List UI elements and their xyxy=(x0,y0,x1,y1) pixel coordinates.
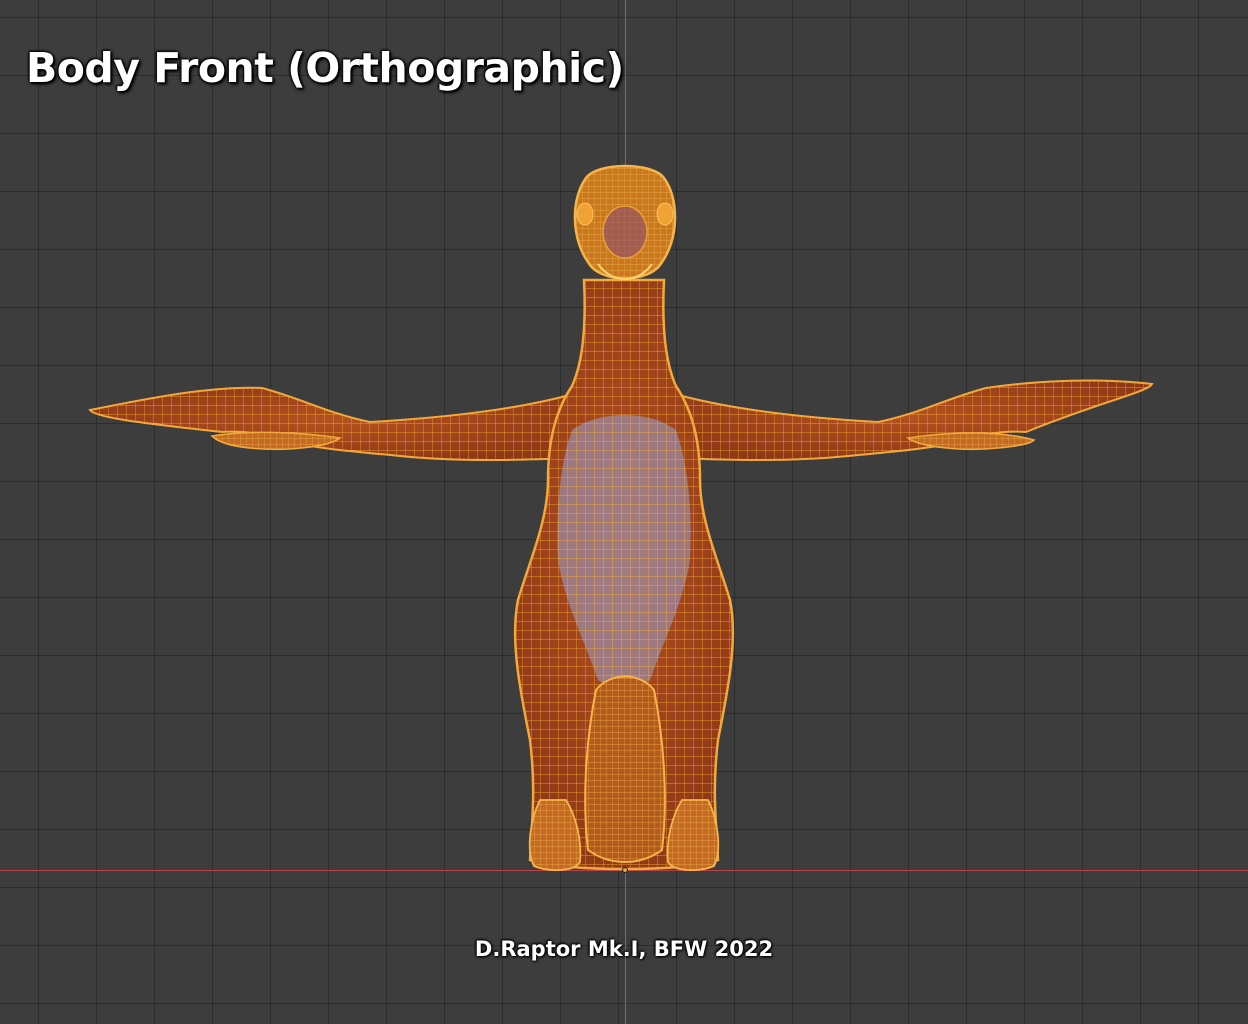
model-torso xyxy=(513,278,735,871)
object-origin-point[interactable] xyxy=(622,867,628,873)
model-head xyxy=(573,164,677,280)
3d-viewport[interactable]: Body Front (Orthographic) D.Raptor Mk.I,… xyxy=(0,0,1248,1024)
model-right-arm xyxy=(666,379,1154,461)
viewport-credit-text: D.Raptor Mk.I, BFW 2022 xyxy=(474,937,774,961)
model-left-arm xyxy=(88,386,582,461)
viewport-view-title: Body Front (Orthographic) xyxy=(26,44,624,92)
